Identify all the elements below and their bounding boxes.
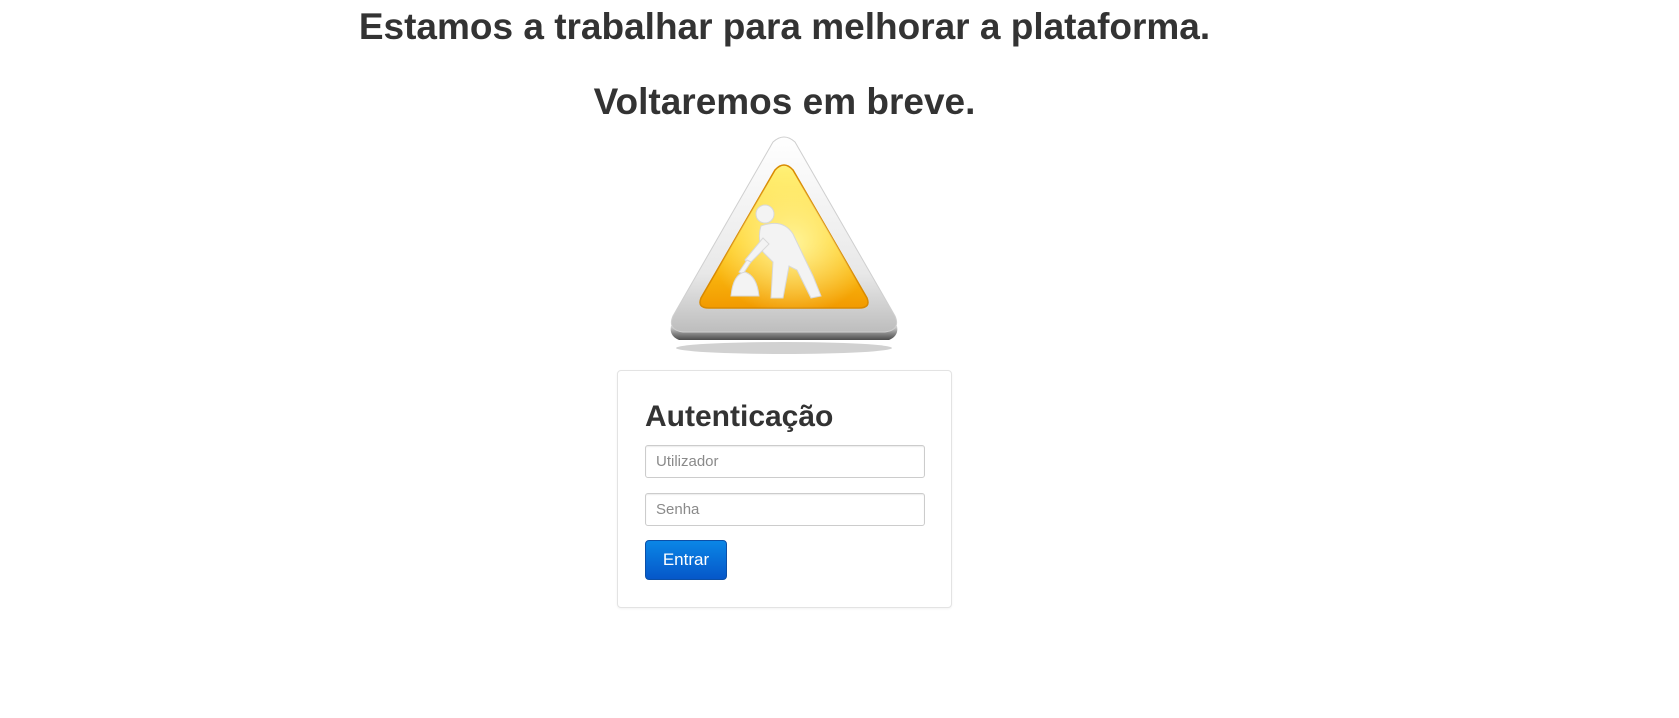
maintenance-page: Estamos a trabalhar para melhorar a plat… <box>0 0 1679 718</box>
maintenance-subheadline: Voltaremos em breve. <box>593 81 976 122</box>
login-title: Autenticação <box>645 400 834 433</box>
login-panel: Autenticação Entrar <box>617 370 952 608</box>
under-construction-icon <box>665 134 903 360</box>
maintenance-headline: Estamos a trabalhar para melhorar a plat… <box>358 6 1211 47</box>
username-input[interactable] <box>645 445 925 478</box>
password-input[interactable] <box>645 493 925 526</box>
login-submit-button[interactable]: Entrar <box>645 540 727 580</box>
